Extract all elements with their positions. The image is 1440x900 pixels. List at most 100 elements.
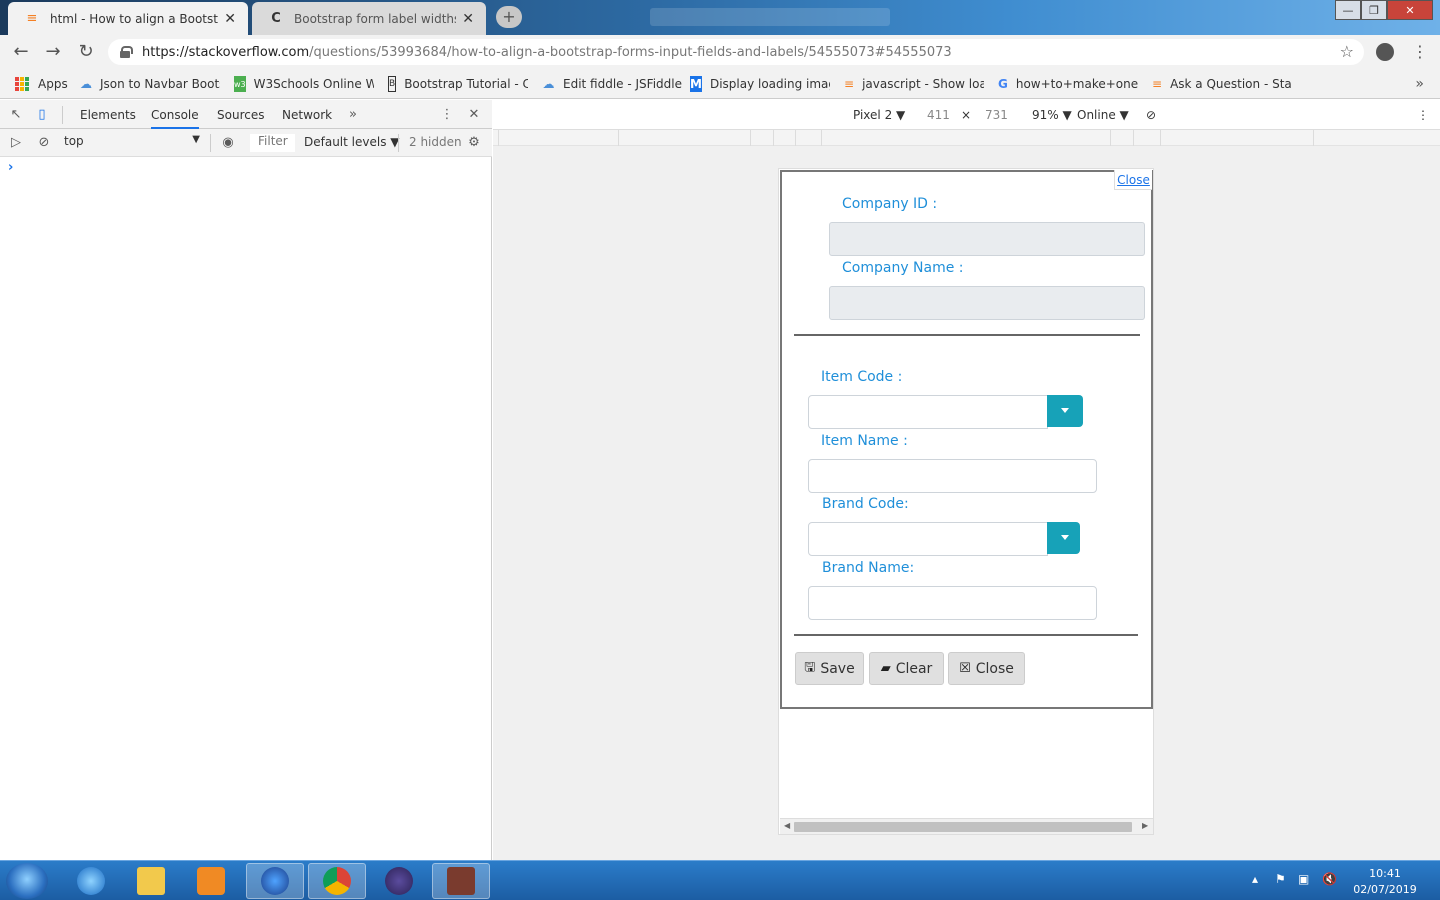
viewport-width-input[interactable]: 411 — [927, 108, 950, 122]
close-label: Close — [975, 660, 1014, 677]
show-hidden-icons[interactable]: ▴ — [1252, 872, 1258, 886]
company-id-label: Company ID : — [842, 196, 938, 212]
scroll-right-icon[interactable]: ▶ — [1142, 821, 1148, 830]
media-query-segment — [618, 130, 619, 146]
media-query-segment — [1133, 130, 1134, 146]
brand-code-dropdown-button[interactable] — [1047, 522, 1080, 554]
network-throttle-select[interactable]: Online ▼ — [1077, 108, 1129, 122]
brand-name-field[interactable] — [808, 586, 1097, 620]
item-code-select[interactable] — [808, 395, 1048, 429]
bookmark-google-search[interactable]: G how+to+make+one+ — [998, 76, 1138, 92]
more-bookmarks-icon[interactable]: » — [1415, 76, 1424, 92]
brand-code-select[interactable] — [808, 522, 1048, 556]
item-code-label: Item Code : — [821, 369, 903, 385]
bookmark-label: javascript - Show loa — [862, 77, 984, 91]
taskbar-chrome[interactable] — [308, 863, 366, 899]
device-toolbar-menu-icon[interactable]: ⋮ — [1417, 108, 1429, 122]
taskbar-media-player[interactable] — [182, 863, 240, 899]
bookmark-apps[interactable]: Apps — [14, 76, 68, 92]
new-tab-button[interactable]: + — [496, 6, 522, 28]
item-code-dropdown-button[interactable] — [1047, 395, 1083, 427]
close-tab-icon[interactable]: ✕ — [462, 11, 474, 27]
taskbar-ie[interactable] — [62, 863, 120, 899]
bookmark-ask-question[interactable]: ≡ Ask a Question - Stac — [1152, 76, 1292, 92]
more-tabs-icon[interactable]: » — [345, 107, 361, 123]
bookmark-label: Edit fiddle - JSFiddle — [563, 77, 682, 91]
console-prompt[interactable]: › — [8, 160, 13, 175]
bookmark-javascript-show[interactable]: ≡ javascript - Show loa — [844, 76, 984, 92]
device-select[interactable]: Pixel 2 ▼ — [853, 108, 905, 122]
console-filter-input[interactable]: Filter — [250, 134, 295, 152]
close-link[interactable]: Close — [1114, 170, 1152, 190]
apps-grid-icon — [14, 76, 30, 92]
close-button[interactable]: ☒ Close — [948, 652, 1025, 685]
back-arrow-icon[interactable]: ← — [10, 42, 32, 64]
browser-tab-strip: ≡ html - How to align a Bootstrap f ✕ C … — [0, 0, 1440, 35]
taskbar-explorer[interactable] — [122, 863, 180, 899]
gear-icon[interactable]: ⚙ — [466, 135, 482, 151]
tab-console[interactable]: Console — [151, 108, 199, 129]
system-clock[interactable]: 10:41 02/07/2019 — [1352, 866, 1418, 898]
scroll-left-icon[interactable]: ◀ — [784, 821, 790, 830]
browser-menu-icon[interactable]: ⋮ — [1412, 42, 1428, 61]
address-bar[interactable]: https://stackoverflow.com/questions/5399… — [108, 39, 1364, 65]
item-name-field[interactable] — [808, 459, 1097, 493]
chrome-icon — [323, 867, 351, 895]
bookmark-jsfiddle[interactable]: ☁ Edit fiddle - JSFiddle — [542, 76, 683, 92]
bookmark-star-icon[interactable]: ☆ — [1340, 42, 1354, 61]
bookmark-display-loading[interactable]: M Display loading imag — [690, 76, 830, 92]
browser-tab-inactive[interactable]: C Bootstrap form label widths fit to ✕ — [252, 2, 486, 35]
devtools-menu-icon[interactable]: ⋮ — [439, 107, 455, 123]
company-id-field[interactable] — [829, 222, 1145, 256]
action-center-flag-icon[interactable]: ⚑ — [1275, 872, 1286, 886]
bookmark-w3schools[interactable]: w3 W3Schools Online W — [234, 76, 374, 92]
minimize-window-button[interactable]: — — [1335, 0, 1361, 20]
clear-console-icon[interactable]: ⊘ — [36, 135, 52, 151]
close-devtools-icon[interactable]: ✕ — [466, 107, 482, 123]
browser-tab-active[interactable]: ≡ html - How to align a Bootstrap f ✕ — [8, 2, 248, 35]
maximize-window-button[interactable]: ❐ — [1361, 0, 1387, 20]
zoom-select[interactable]: 91% ▼ — [1032, 108, 1072, 122]
close-tab-icon[interactable]: ✕ — [224, 11, 236, 27]
eclipse-icon — [385, 867, 413, 895]
console-sidebar-icon[interactable]: ▷ — [8, 135, 24, 151]
tab-elements[interactable]: Elements — [80, 108, 136, 122]
network-icon[interactable]: ▣ — [1298, 872, 1309, 886]
clear-button[interactable]: ▰ Clear — [869, 652, 944, 685]
bookmark-bootstrap-tutorial[interactable]: B Bootstrap Tutorial - C — [388, 76, 528, 92]
close-window-button[interactable]: ✕ — [1387, 0, 1433, 20]
java-ee-ide-icon — [447, 867, 475, 895]
scrollbar-thumb[interactable] — [794, 822, 1132, 832]
profile-avatar-icon[interactable] — [1376, 43, 1394, 61]
media-query-segment — [821, 130, 822, 146]
volume-muted-icon[interactable]: 🔇 — [1322, 872, 1337, 886]
background-window-tab — [650, 8, 890, 26]
eraser-icon: ▰ — [880, 661, 891, 676]
media-query-bar[interactable] — [493, 130, 1440, 146]
toolbar-divider — [62, 106, 63, 124]
save-label: Save — [820, 660, 855, 677]
save-button[interactable]: 🖫 Save — [795, 652, 864, 685]
devtools-panel: ↖ ▯ Elements Console Sources Network » ⋮… — [0, 100, 492, 860]
bookmark-label: Bootstrap Tutorial - C — [404, 77, 528, 91]
horizontal-scrollbar[interactable]: ◀ ▶ — [780, 818, 1153, 834]
inspect-element-icon[interactable]: ↖ — [8, 107, 24, 123]
context-select[interactable]: top ▼ — [64, 134, 204, 152]
reload-icon[interactable]: ↻ — [75, 42, 97, 64]
bookmark-json-navbar[interactable]: ☁ Json to Navbar Boots — [80, 76, 220, 92]
bookmarks-bar: Apps ☁ Json to Navbar Boots w3 W3Schools… — [0, 69, 1440, 99]
device-toggle-icon[interactable]: ▯ — [34, 107, 50, 123]
forward-arrow-icon[interactable]: → — [42, 42, 64, 64]
taskbar-eclipse[interactable] — [370, 863, 428, 899]
viewport-height-input[interactable]: 731 — [985, 108, 1008, 122]
section-divider — [794, 634, 1138, 636]
company-name-field[interactable] — [829, 286, 1145, 320]
tab-sources[interactable]: Sources — [217, 108, 264, 122]
rotate-icon[interactable]: ⊘ — [1146, 108, 1156, 122]
live-expression-eye-icon[interactable]: ◉ — [220, 135, 236, 151]
tab-network[interactable]: Network — [282, 108, 332, 122]
taskbar-java-ee-ide[interactable] — [432, 863, 490, 899]
taskbar-firefox[interactable] — [246, 863, 304, 899]
log-levels-dropdown[interactable]: Default levels ▼ — [304, 135, 400, 149]
windows-start-icon[interactable] — [6, 863, 48, 899]
